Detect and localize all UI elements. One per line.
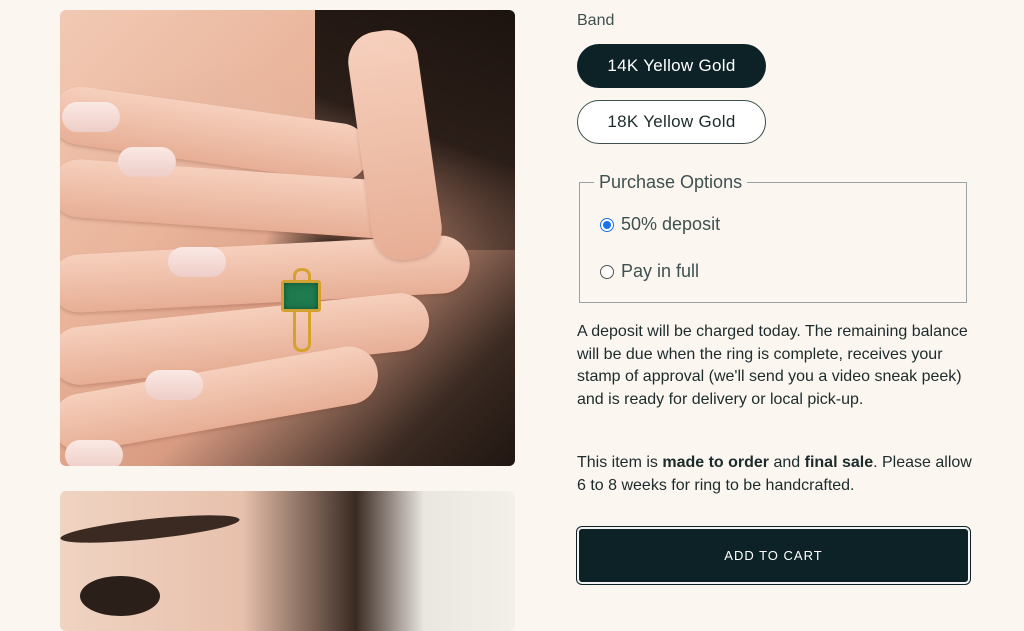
order-description: This item is made to order and final sal… xyxy=(577,452,977,497)
nail-shape xyxy=(62,102,120,132)
made-to-order-text: made to order xyxy=(662,454,770,471)
final-sale-text: final sale xyxy=(804,454,874,471)
eye-shape xyxy=(80,576,160,616)
band-label: Band xyxy=(577,12,615,29)
variant-14k-yellow-gold[interactable]: 14K Yellow Gold xyxy=(577,44,766,88)
option-deposit-label: 50% deposit xyxy=(621,214,721,234)
variant-18k-yellow-gold[interactable]: 18K Yellow Gold xyxy=(577,100,766,144)
emerald-gem xyxy=(281,280,321,312)
option-deposit[interactable]: 50% deposit xyxy=(600,214,720,235)
nail-shape xyxy=(65,440,123,466)
nail-shape xyxy=(168,247,226,277)
purchase-options-legend: Purchase Options xyxy=(599,172,743,192)
order-note-middle: and xyxy=(769,454,805,471)
product-image-main[interactable] xyxy=(60,10,515,466)
radio-unchecked-icon[interactable] xyxy=(600,264,614,279)
deposit-description: A deposit will be charged today. The rem… xyxy=(577,323,968,408)
radio-checked-icon[interactable] xyxy=(600,217,614,232)
eyebrow-shape xyxy=(60,509,241,549)
purchase-options-fieldset: Purchase Options xyxy=(579,172,967,303)
nail-shape xyxy=(118,147,176,177)
option-pay-in-full-label: Pay in full xyxy=(621,261,700,281)
option-pay-in-full[interactable]: Pay in full xyxy=(600,261,699,282)
nail-shape xyxy=(145,370,203,400)
product-image-secondary[interactable] xyxy=(60,491,515,631)
add-to-cart-button[interactable]: ADD TO CART xyxy=(577,527,970,584)
order-note-prefix: This item is xyxy=(577,454,663,471)
